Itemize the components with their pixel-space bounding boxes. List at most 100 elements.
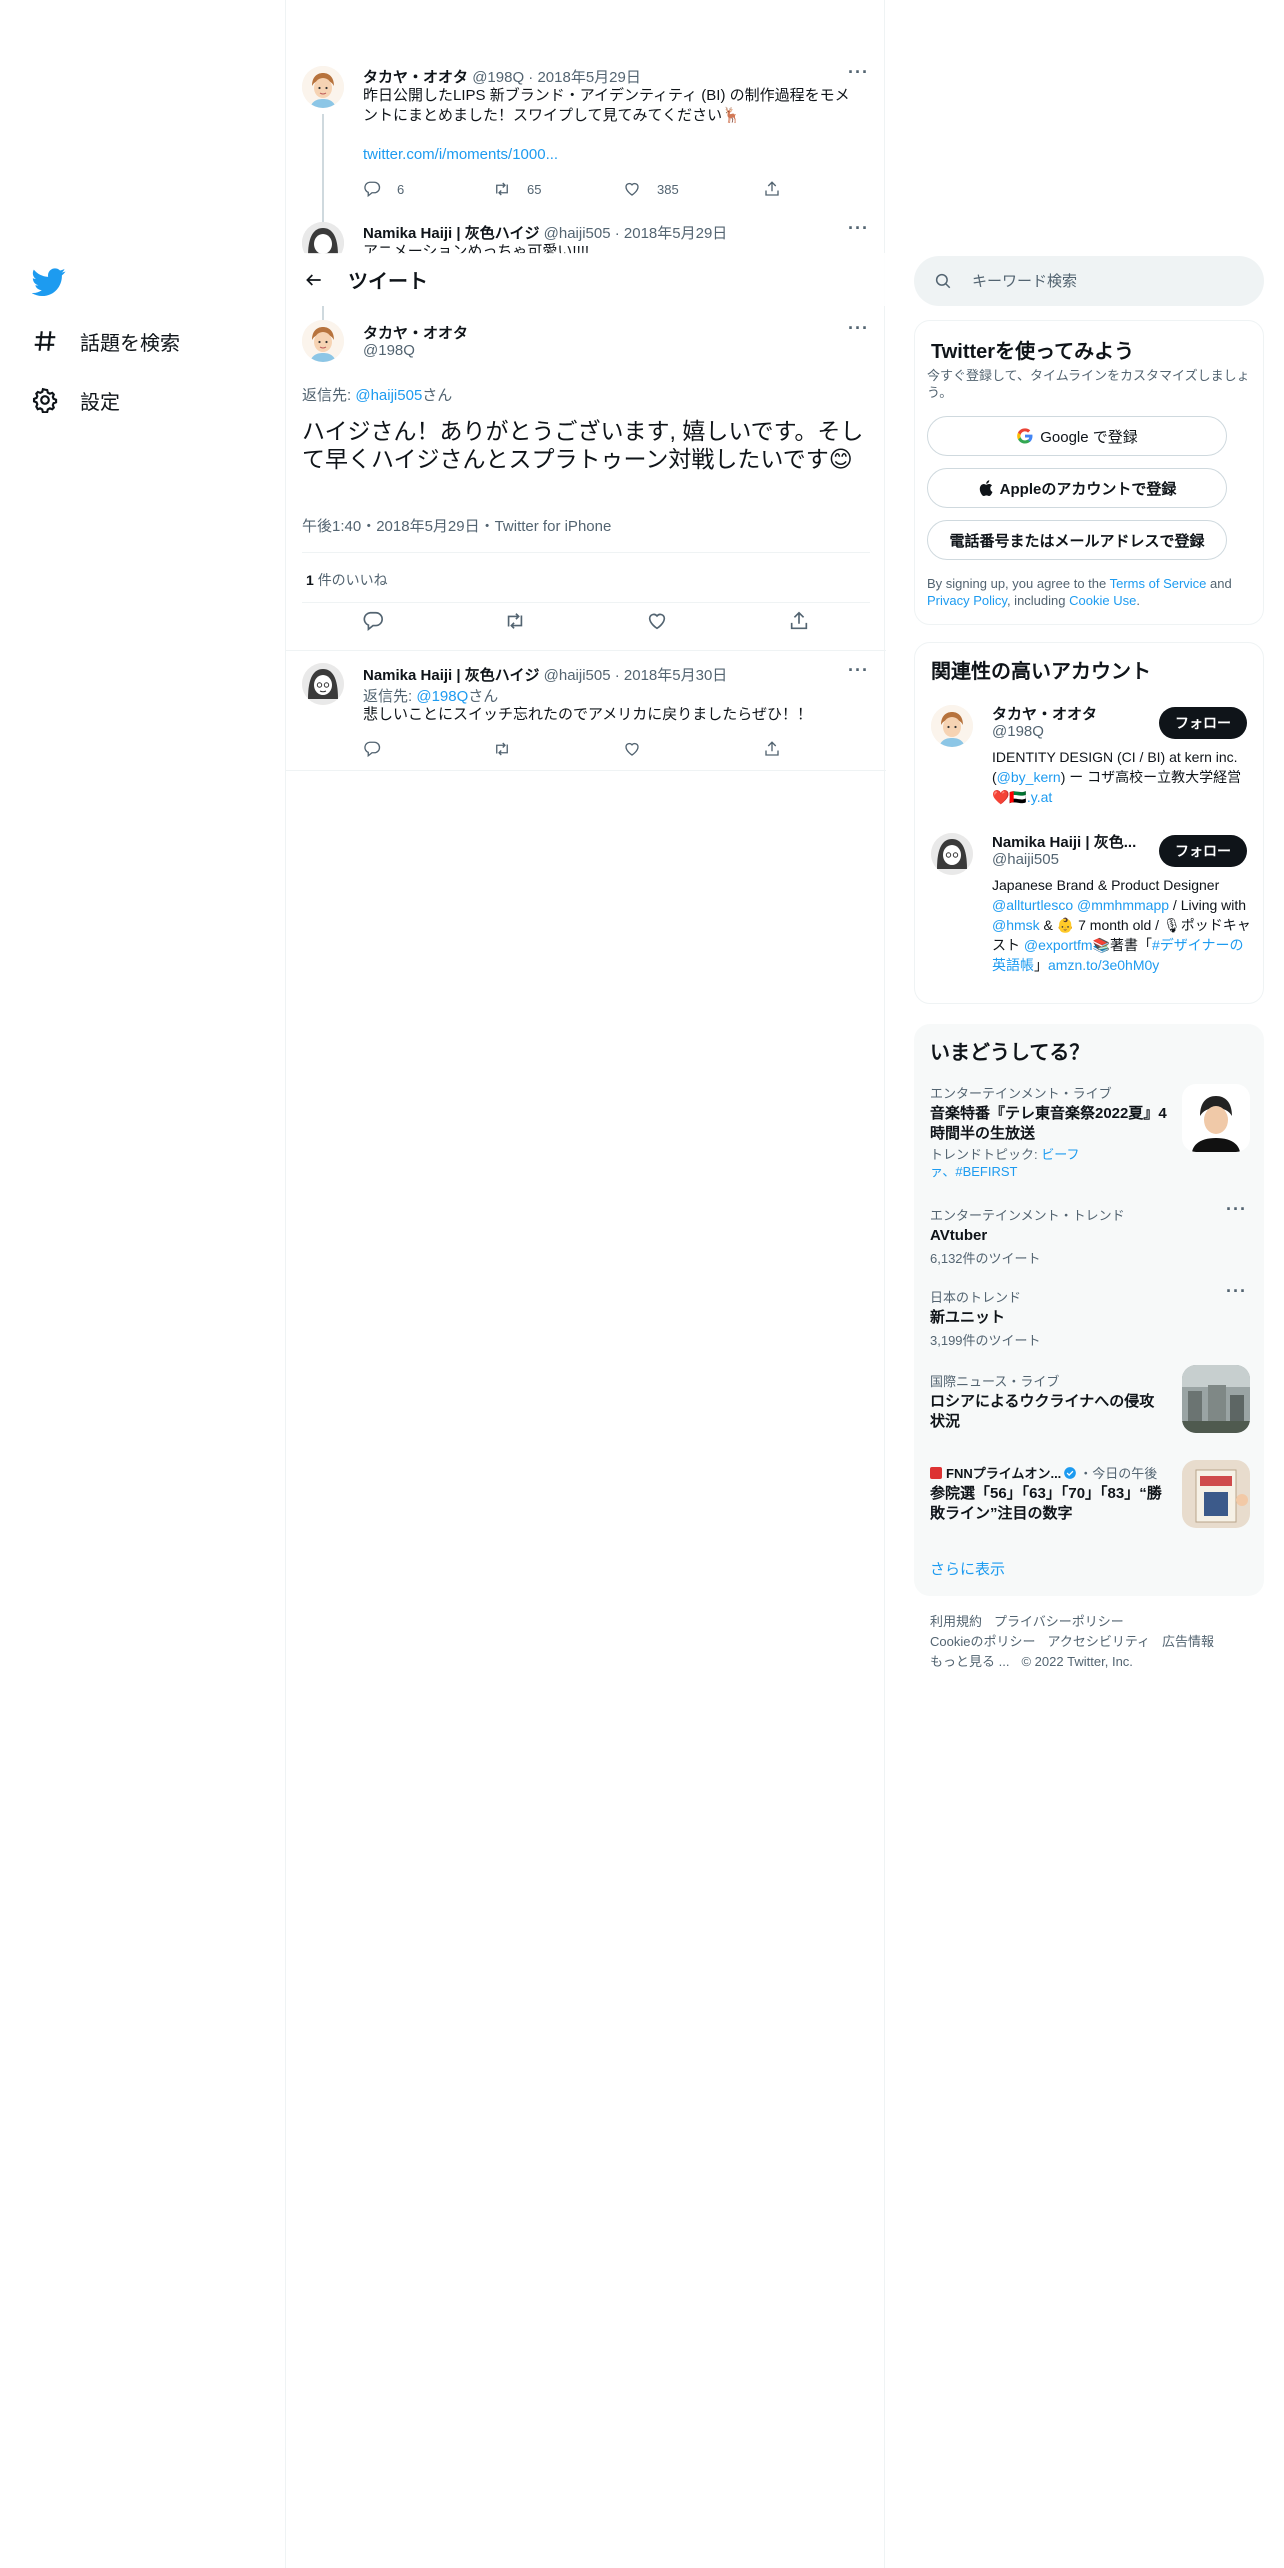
apple-signup-button[interactable]: Appleのアカウントで登録	[927, 468, 1227, 508]
google-signup-button[interactable]: Google で登録	[927, 416, 1227, 456]
reply-button[interactable]	[363, 740, 493, 758]
tweet-date[interactable]: 2018年5月30日	[624, 667, 727, 684]
bio-link[interactable]: ❤️🇦🇪.y.at	[992, 789, 1052, 805]
reply-tweet[interactable]: Namika Haiji | 灰色ハイジ @haiji505 · 2018年5月…	[286, 651, 886, 771]
avatar[interactable]	[302, 663, 344, 705]
like-button[interactable]: 385	[623, 180, 763, 198]
moment-link[interactable]: twitter.com/i/moments/1000...	[363, 146, 558, 163]
reply-button[interactable]: 6	[363, 180, 493, 198]
bio-link[interactable]: @hmsk	[992, 917, 1040, 933]
search-input[interactable]	[972, 272, 1232, 290]
trend-item[interactable]: 国際ニュース・ライブ ロシアによるウクライナへの侵攻状況	[930, 1365, 1250, 1433]
footer-link[interactable]: 広告情報	[1162, 1634, 1214, 1649]
more-options-button[interactable]: ···	[848, 660, 869, 681]
phone-email-signup-button[interactable]: 電話番号またはメールアドレスで登録	[927, 520, 1227, 560]
retweet-icon[interactable]	[504, 610, 526, 632]
author-handle[interactable]: @haiji505	[544, 225, 611, 242]
bio-link[interactable]: @by_kern	[997, 769, 1061, 785]
footer-link[interactable]: もっと見る ...	[930, 1654, 1009, 1669]
show-more-link[interactable]: さらに表示	[930, 1558, 1005, 1579]
nav-item-explore[interactable]: 話題を検索	[32, 321, 180, 361]
deer-emoji-icon: 🦌	[722, 107, 741, 124]
like-button[interactable]	[623, 740, 763, 758]
more-options-button[interactable]: ···	[848, 218, 869, 239]
source-logo-icon	[930, 1466, 942, 1479]
follow-button[interactable]: フォロー	[1159, 835, 1247, 867]
search-bar[interactable]	[914, 256, 1264, 306]
account-name[interactable]: Namika Haiji | 灰色...	[992, 831, 1136, 852]
bio-link[interactable]: @exportfm	[1024, 937, 1093, 953]
divider	[302, 602, 870, 603]
author-handle[interactable]: @haiji505	[544, 667, 611, 684]
hashtag-icon	[34, 331, 56, 351]
related-title: 関連性の高いアカウント	[931, 661, 1151, 683]
account-handle[interactable]: @198Q	[992, 723, 1044, 740]
trend-title: 音楽特番『テレ東音楽祭2022夏』4時間半の生放送	[930, 1105, 1167, 1142]
author-name[interactable]: Namika Haiji | 灰色ハイジ	[363, 225, 539, 242]
share-icon[interactable]	[788, 610, 810, 632]
trend-item[interactable]: エンターテインメント・ライブ 音楽特番『テレ東音楽祭2022夏』4時間半の生放送…	[930, 1083, 1250, 1180]
follow-button[interactable]: フォロー	[1159, 707, 1247, 739]
more-options-button[interactable]: ···	[848, 62, 869, 83]
more-options-button[interactable]: ···	[848, 318, 869, 339]
gear-icon	[32, 387, 58, 413]
account-handle[interactable]: @haiji505	[992, 851, 1059, 868]
bio-link[interactable]: @allturtlesco @mmhmmapp	[992, 897, 1169, 913]
footer-link[interactable]: 利用規約	[930, 1614, 982, 1629]
trend-tweet-count: 6,132件のツイート	[930, 1251, 1041, 1266]
tweet-date[interactable]: 2018年5月29日	[537, 69, 640, 86]
tweet-text: ハイジさん！ありがとうございます, 嬉しいです。そして早くハイジさんとスプラトゥ…	[302, 418, 864, 472]
more-options-button[interactable]: ···	[1226, 1281, 1247, 1302]
cookie-link[interactable]: Cookie Use	[1069, 593, 1136, 608]
account-name[interactable]: タカヤ・オオタ	[992, 703, 1097, 724]
apple-signup-label: Appleのアカウントで登録	[999, 480, 1177, 498]
retweet-button[interactable]	[493, 740, 623, 758]
main-column: タカヤ・オオタ @198Q · 2018年5月29日 ··· 昨日公開したLIP…	[285, 0, 886, 2568]
avatar[interactable]	[302, 222, 344, 254]
trend-thumbnail	[1182, 1084, 1250, 1152]
smile-emoji-icon: 😊	[828, 446, 853, 472]
author-name[interactable]: タカヤ・オオタ	[363, 322, 468, 343]
trends-card: いまどうしてる？ エンターテインメント・ライブ 音楽特番『テレ東音楽祭2022夏…	[914, 1024, 1264, 1596]
account-bio: IDENTITY DESIGN (CI / BI) at kern inc. (…	[992, 749, 1242, 805]
avatar[interactable]	[931, 705, 973, 747]
search-icon	[935, 273, 951, 289]
back-button[interactable]	[286, 270, 342, 290]
avatar[interactable]	[302, 66, 344, 108]
tweet-text: 昨日公開したLIPS 新ブランド・アイデンティティ (BI) の制作過程をモメン…	[363, 87, 850, 124]
tweet-date[interactable]: 2018年5月29日	[624, 225, 727, 242]
author-name[interactable]: タカヤ・オオタ	[363, 69, 468, 86]
arrow-left-icon	[306, 273, 321, 286]
author-handle[interactable]: @198Q	[363, 342, 415, 359]
bio-link[interactable]: amzn.to/3e0hM0y	[1048, 957, 1159, 973]
trend-title: AVtuber	[930, 1227, 988, 1244]
trend-item[interactable]: 日本のトレンド 新ユニット 3,199件のツイート ···	[930, 1281, 1250, 1349]
more-options-button[interactable]: ···	[1226, 1199, 1247, 1220]
author-handle[interactable]: @198Q	[472, 69, 524, 86]
parent-tweet[interactable]: タカヤ・オオタ @198Q · 2018年5月29日 ··· 昨日公開したLIP…	[286, 56, 886, 224]
reply-to-link[interactable]: @haiji505	[355, 387, 422, 404]
tweet-text: 悲しいことにスイッチ忘れたのでアメリカに戻りましたらぜひ！！	[363, 706, 812, 723]
avatar[interactable]	[302, 320, 344, 362]
privacy-link[interactable]: Privacy Policy	[927, 593, 1007, 608]
reply-icon[interactable]	[362, 610, 384, 632]
terms-link[interactable]: Terms of Service	[1110, 576, 1207, 591]
footer-link[interactable]: アクセシビリティ	[1047, 1634, 1150, 1649]
parent-reply-tweet[interactable]: Namika Haiji | 灰色ハイジ @haiji505 · 2018年5月…	[286, 212, 886, 254]
twitter-logo-icon[interactable]	[31, 265, 66, 299]
trend-item[interactable]: FNNプライムオン... ・今日の午後 参院選「56」「63」「70」「83」“…	[930, 1460, 1250, 1528]
nav-item-settings[interactable]: 設定	[32, 380, 120, 420]
likes-summary[interactable]: 1 件のいいね	[306, 570, 388, 590]
footer-link[interactable]: Cookieのポリシー	[930, 1634, 1035, 1649]
retweet-button[interactable]: 65	[493, 180, 623, 198]
tweet-meta[interactable]: 午後1:40・2018年5月29日・Twitter for iPhone	[302, 515, 611, 536]
avatar[interactable]	[931, 833, 973, 875]
author-name[interactable]: Namika Haiji | 灰色ハイジ	[363, 667, 539, 684]
trend-item[interactable]: エンターテインメント・トレンド AVtuber 6,132件のツイート ···	[930, 1199, 1250, 1267]
heart-icon[interactable]	[646, 610, 668, 632]
share-button[interactable]	[763, 180, 797, 198]
footer-link[interactable]: プライバシーポリシー	[994, 1614, 1124, 1629]
reply-to-link[interactable]: @198Q	[416, 688, 468, 705]
trend-context: エンターテインメント・トレンド	[930, 1208, 1125, 1223]
share-button[interactable]	[763, 740, 797, 758]
